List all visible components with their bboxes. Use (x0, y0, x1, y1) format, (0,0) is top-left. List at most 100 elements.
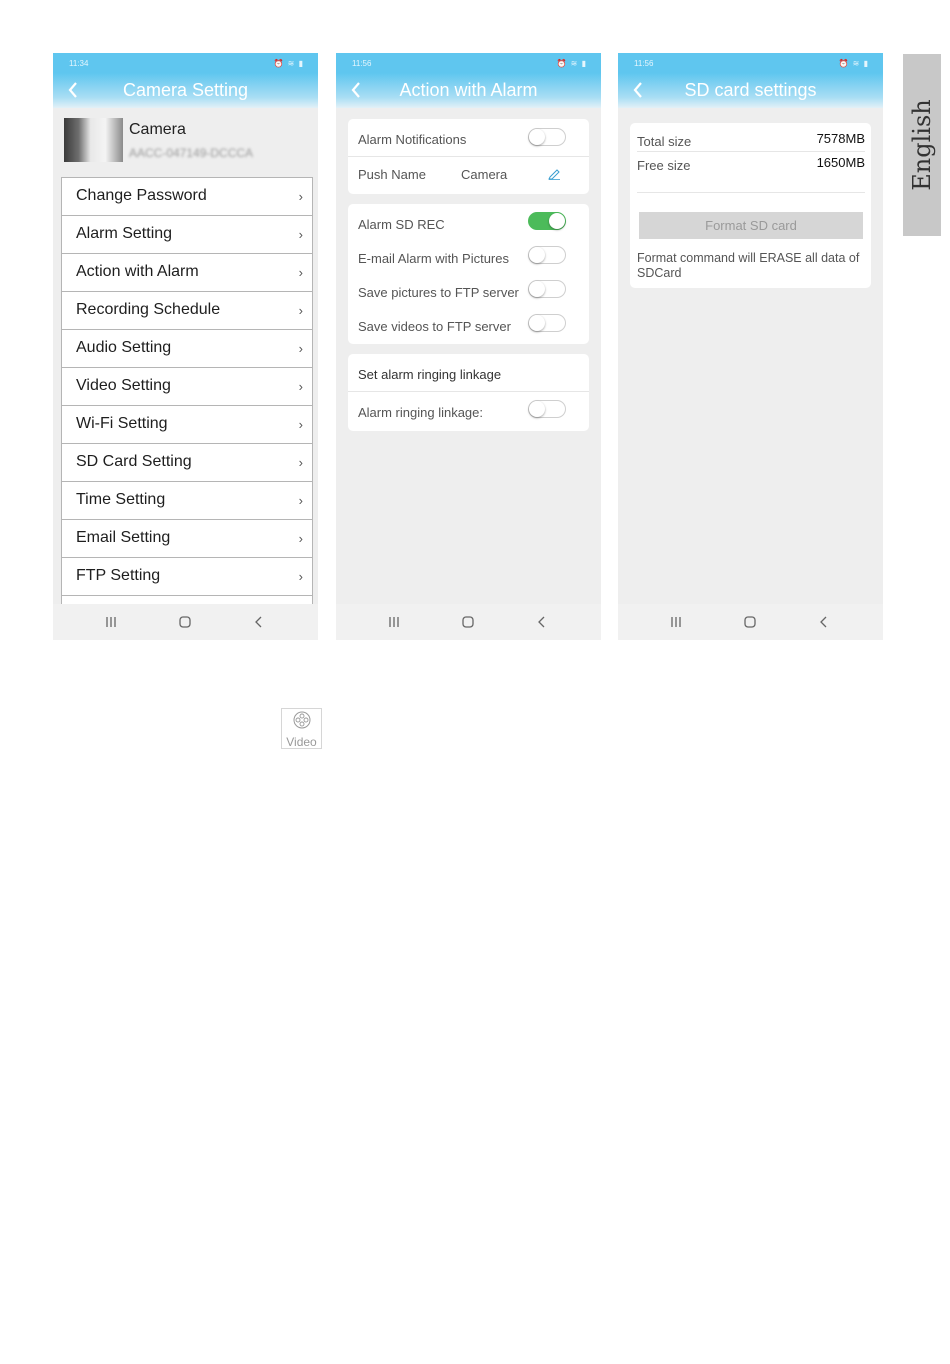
status-time: 11:34 (69, 59, 89, 68)
save-videos-ftp-toggle[interactable] (528, 314, 566, 332)
menu-item-time-setting[interactable]: Time Setting › (62, 482, 312, 520)
total-size-value: 7578MB (816, 131, 865, 146)
video-label: Video (286, 735, 317, 749)
camera-thumbnail (64, 118, 123, 162)
ringing-linkage-label: Alarm ringing linkage: (358, 405, 484, 420)
menu-item-label: Time Setting (76, 491, 166, 508)
free-size-label: Free size (637, 158, 691, 173)
alarm-sd-rec-label: Alarm SD REC (358, 217, 445, 232)
push-name-label: Push Name (358, 167, 426, 182)
divider (637, 151, 865, 152)
sd-card-info-card: Total size 7578MB Free size 1650MB Forma… (630, 123, 871, 288)
status-icons: ⏰ ≋ ▮ (838, 59, 869, 68)
video-icon-button[interactable]: Video (281, 708, 322, 749)
menu-item-label: Action with Alarm (76, 263, 199, 280)
divider (348, 156, 589, 157)
chevron-right-icon: › (298, 303, 303, 318)
status-icons: ⏰ ≋ ▮ (556, 59, 587, 68)
set-ringing-linkage-label[interactable]: Set alarm ringing linkage (358, 367, 501, 382)
divider (637, 192, 865, 193)
recent-apps-icon[interactable] (666, 614, 686, 630)
home-icon[interactable] (740, 614, 760, 630)
recent-apps-icon[interactable] (384, 614, 404, 630)
push-name-value: Camera (461, 167, 508, 182)
status-time: 11:56 (634, 59, 654, 68)
phone-screen-camera-setting: 11:34 ⏰ ≋ ▮ Camera Setting Camera AACC-0… (53, 53, 318, 640)
menu-item-label: Audio Setting (76, 339, 172, 356)
title-bar: Camera Setting (53, 73, 318, 108)
menu-item-wifi-setting[interactable]: Wi-Fi Setting › (62, 406, 312, 444)
email-alarm-toggle[interactable] (528, 246, 566, 264)
menu-item-label: SD Card Setting (76, 453, 192, 470)
language-side-tab: English (903, 54, 941, 236)
page-title: SD card settings (684, 80, 817, 100)
menu-item-alarm-setting[interactable]: Alarm Setting › (62, 216, 312, 254)
back-nav-icon[interactable] (249, 614, 269, 630)
chevron-right-icon: › (298, 531, 303, 546)
language-label: English (908, 99, 936, 191)
menu-item-label: Recording Schedule (76, 301, 221, 318)
status-bar: 11:56 ⏰ ≋ ▮ (336, 53, 601, 73)
email-alarm-label: E-mail Alarm with Pictures (358, 251, 509, 266)
menu-item-label: Alarm Setting (76, 225, 173, 242)
chevron-right-icon: › (298, 569, 303, 584)
menu-item-label: Wi-Fi Setting (76, 415, 168, 432)
camera-id: AACC-047149-DCCCA (129, 146, 254, 160)
android-nav-bar (336, 604, 601, 640)
format-warning-note: Format command will ERASE all data of SD… (637, 251, 860, 280)
menu-item-recording-schedule[interactable]: Recording Schedule › (62, 292, 312, 330)
menu-item-action-with-alarm[interactable]: Action with Alarm › (62, 254, 312, 292)
menu-item-sd-card-setting[interactable]: SD Card Setting › (62, 444, 312, 482)
phone-screen-sd-card-settings: 11:56 ⏰ ≋ ▮ SD card settings Total size … (618, 53, 883, 640)
chevron-right-icon: › (298, 417, 303, 432)
chevron-right-icon: › (298, 189, 303, 204)
menu-item-change-password[interactable]: Change Password › (62, 178, 312, 216)
save-videos-ftp-label: Save videos to FTP server (358, 319, 511, 334)
page-title: Action with Alarm (399, 80, 538, 100)
ringing-linkage-card: Set alarm ringing linkage Alarm ringing … (348, 354, 589, 431)
home-icon[interactable] (175, 614, 195, 630)
chevron-right-icon: › (298, 493, 303, 508)
alarm-sd-rec-toggle[interactable] (528, 212, 566, 230)
divider (348, 391, 589, 392)
phone-screen-action-with-alarm: 11:56 ⏰ ≋ ▮ Action with Alarm Alarm Noti… (336, 53, 601, 640)
alarm-actions-card: Alarm SD REC E-mail Alarm with Pictures … (348, 204, 589, 344)
ringing-linkage-toggle[interactable] (528, 400, 566, 418)
recent-apps-icon[interactable] (101, 614, 121, 630)
format-sd-card-button[interactable]: Format SD card (639, 212, 863, 239)
chevron-right-icon: › (298, 265, 303, 280)
menu-item-audio-setting[interactable]: Audio Setting › (62, 330, 312, 368)
menu-item-label: Email Setting (76, 529, 171, 546)
chevron-right-icon: › (298, 341, 303, 356)
alarm-notifications-label: Alarm Notifications (358, 132, 467, 147)
alarm-notifications-toggle[interactable] (528, 128, 566, 146)
save-pictures-ftp-toggle[interactable] (528, 280, 566, 298)
menu-item-video-setting[interactable]: Video Setting › (62, 368, 312, 406)
back-nav-icon[interactable] (532, 614, 552, 630)
status-time: 11:56 (352, 59, 372, 68)
title-bar: SD card settings (618, 73, 883, 108)
status-bar: 11:56 ⏰ ≋ ▮ (618, 53, 883, 73)
page-title: Camera Setting (122, 80, 249, 100)
home-icon[interactable] (458, 614, 478, 630)
edit-pencil-icon[interactable] (547, 166, 561, 185)
notification-card: Alarm Notifications Push Name Camera (348, 119, 589, 194)
menu-item-label: Change Password (76, 187, 207, 204)
android-nav-bar (53, 604, 318, 640)
chevron-right-icon: › (298, 227, 303, 242)
settings-menu: Change Password › Alarm Setting › Action w… (61, 177, 313, 609)
android-nav-bar (618, 604, 883, 640)
free-size-value: 1650MB (816, 155, 865, 170)
camera-name: Camera (129, 121, 186, 138)
save-pictures-ftp-label: Save pictures to FTP server (358, 285, 519, 300)
status-bar: 11:34 ⏰ ≋ ▮ (53, 53, 318, 73)
status-icons: ⏰ ≋ ▮ (273, 59, 304, 68)
title-bar: Action with Alarm (336, 73, 601, 108)
film-reel-icon (292, 711, 312, 734)
back-nav-icon[interactable] (814, 614, 834, 630)
menu-item-email-setting[interactable]: Email Setting › (62, 520, 312, 558)
menu-item-label: FTP Setting (76, 567, 161, 584)
menu-item-label: Video Setting (76, 377, 171, 394)
menu-item-ftp-setting[interactable]: FTP Setting › (62, 558, 312, 596)
chevron-right-icon: › (298, 379, 303, 394)
